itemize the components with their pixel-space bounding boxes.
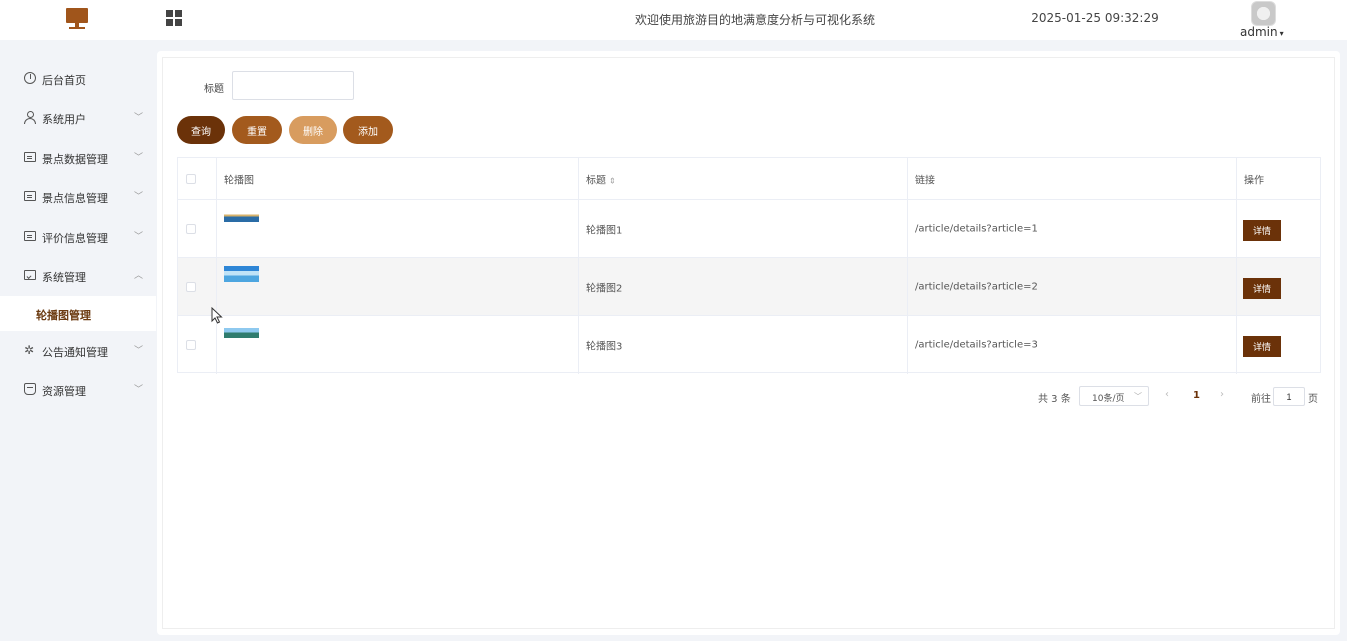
detail-button[interactable]: 详情: [1243, 278, 1281, 299]
sidebar-item-label: 景点信息管理: [42, 192, 108, 205]
page-suffix: 页: [1308, 394, 1318, 405]
reset-button[interactable]: 重置: [232, 116, 282, 144]
row-checkbox[interactable]: [186, 223, 196, 234]
sparkle-icon: ✲: [24, 343, 35, 357]
sidebar-subitem-label: 轮播图管理: [36, 309, 91, 322]
row-link: /article/details?article=3: [915, 339, 1038, 351]
row-title: 轮播图3: [586, 341, 623, 353]
detail-button[interactable]: 详情: [1243, 336, 1281, 357]
chevron-down-icon: ﹀: [134, 346, 144, 356]
row-link: /article/details?article=1: [915, 223, 1038, 234]
column-header-sortable[interactable]: 标题 ⇕: [586, 171, 616, 186]
chevron-down-icon: ﹀: [1134, 392, 1142, 401]
card-icon: [24, 231, 36, 241]
card-icon: [24, 152, 36, 162]
card-icon: [24, 191, 36, 201]
top-bar: 欢迎使用旅游目的地满意度分析与可视化系统 2025-01-25 09:32:29…: [0, 0, 1347, 40]
table-row: 轮播图1 /article/details?article=1 详情: [178, 200, 1320, 258]
chevron-down-icon: ﹀: [134, 113, 144, 123]
sidebar-item-label: 后台首页: [42, 74, 86, 87]
prev-page-icon[interactable]: ‹: [1165, 389, 1169, 400]
box-icon: [24, 383, 36, 395]
page-size-select[interactable]: 10条/页 ﹀: [1079, 386, 1149, 406]
carousel-thumbnail[interactable]: [224, 212, 259, 222]
user-menu[interactable]: admin ▾: [1240, 25, 1284, 39]
user-icon: [24, 111, 36, 124]
datetime: 2025-01-25 09:32:29: [1031, 11, 1159, 25]
chevron-down-icon: ▾: [1279, 29, 1284, 38]
chevron-up-icon: ︿: [134, 271, 144, 281]
add-button[interactable]: 添加: [343, 116, 393, 144]
sidebar-item-label: 系统用户: [42, 113, 86, 126]
select-all-checkbox[interactable]: [186, 173, 196, 184]
query-button[interactable]: 查询: [177, 116, 225, 144]
sidebar-item-announcements[interactable]: ✲ 公告通知管理 ﹀: [0, 332, 156, 370]
sort-icon[interactable]: ⇕: [609, 176, 616, 185]
column-header: 轮播图: [224, 175, 254, 186]
pagination-total: 共 3 条: [1038, 394, 1071, 405]
sidebar-item-dashboard[interactable]: 后台首页: [0, 60, 156, 98]
system-title: 欢迎使用旅游目的地满意度分析与可视化系统: [634, 13, 875, 27]
clock-icon: [24, 72, 36, 84]
sidebar-item-scenic-data[interactable]: 景点数据管理 ﹀: [0, 139, 156, 177]
page-size-value: 10条/页: [1092, 394, 1125, 404]
monitor-icon: [66, 8, 88, 30]
search-label: 标题: [204, 84, 224, 95]
sidebar: 后台首页 系统用户 ﹀ 景点数据管理 ﹀ 景点信息管理 ﹀ 评价信息管理 ﹀ 系…: [0, 40, 156, 641]
folder-icon: [24, 270, 36, 280]
sidebar-item-label: 景点数据管理: [42, 153, 108, 166]
sidebar-item-label: 公告通知管理: [42, 346, 108, 359]
sidebar-item-label: 系统管理: [42, 271, 86, 284]
chevron-down-icon: ﹀: [134, 232, 144, 242]
sidebar-item-system-users[interactable]: 系统用户 ﹀: [0, 99, 156, 137]
goto-page-input[interactable]: [1273, 387, 1305, 406]
chevron-down-icon: ﹀: [134, 153, 144, 163]
row-checkbox[interactable]: [186, 340, 196, 350]
data-table: 轮播图 标题 ⇕ 链接 操作 轮播图1 /article/details?arti…: [177, 157, 1321, 374]
chevron-down-icon: ﹀: [134, 385, 144, 395]
chevron-down-icon: ﹀: [134, 192, 144, 202]
delete-button[interactable]: 删除: [289, 116, 337, 144]
sidebar-subitem-carousel[interactable]: 轮播图管理: [0, 296, 156, 331]
column-header: 操作: [1244, 175, 1264, 186]
page-number[interactable]: 1: [1193, 390, 1200, 401]
search-input[interactable]: [232, 71, 354, 100]
row-title: 轮播图1: [586, 225, 623, 236]
goto-label: 前往: [1251, 394, 1271, 405]
detail-button[interactable]: 详情: [1243, 220, 1281, 241]
sidebar-item-reviews[interactable]: 评价信息管理 ﹀: [0, 218, 156, 256]
carousel-thumbnail[interactable]: [224, 266, 259, 282]
row-title: 轮播图2: [586, 283, 623, 294]
row-link: /article/details?article=2: [915, 281, 1038, 292]
carousel-thumbnail[interactable]: [224, 328, 259, 338]
row-checkbox[interactable]: [186, 281, 196, 292]
avatar[interactable]: [1251, 1, 1276, 26]
grid-icon[interactable]: [166, 10, 182, 26]
table-header: 轮播图 标题 ⇕ 链接 操作: [178, 158, 1320, 200]
column-header: 链接: [915, 175, 935, 186]
table-row: 轮播图2 /article/details?article=2 详情: [178, 258, 1320, 316]
sidebar-item-label: 资源管理: [42, 385, 86, 398]
next-page-icon[interactable]: ›: [1220, 389, 1224, 400]
sidebar-item-system-management[interactable]: 系统管理 ︿: [0, 257, 156, 295]
table-row: 轮播图3 /article/details?article=3 详情: [178, 316, 1320, 374]
username: admin: [1240, 25, 1278, 39]
sidebar-item-scenic-info[interactable]: 景点信息管理 ﹀: [0, 178, 156, 216]
sidebar-item-resources[interactable]: 资源管理 ﹀: [0, 371, 156, 409]
sidebar-item-label: 评价信息管理: [42, 232, 108, 245]
